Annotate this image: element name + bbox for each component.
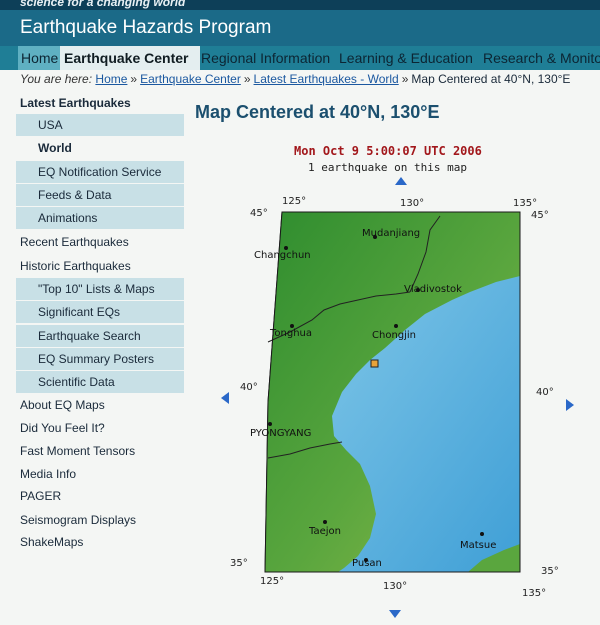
page-title: Map Centered at 40°N, 130°E [195,102,440,122]
usgs-tagline: science for a changing world [20,0,186,9]
city-dot-matsue [480,532,484,536]
city-label-matsue: Matsue [460,540,496,551]
main-content: Map Centered at 40°N, 130°E Mon Oct 9 5:… [184,92,600,625]
sidebar-item-scientific-data[interactable]: Scientific Data [16,371,184,393]
breadcrumb-latest-world-link[interactable]: Latest Earthquakes - World [254,72,399,86]
breadcrumb-separator: » [243,72,251,86]
city-label-vladivostok: Vladivostok [404,284,462,295]
sidebar-item-top10-lists[interactable]: "Top 10" Lists & Maps [16,278,184,300]
pan-south-arrow-icon[interactable] [389,610,401,618]
tick-lon-135-bottom: 135° [522,588,546,599]
tick-lat-40-right: 40° [536,387,554,398]
sidebar-item-feeds-data[interactable]: Feeds & Data [16,184,184,206]
sidebar-item-world[interactable]: World [16,137,184,159]
usgs-tagline-strip: science for a changing world [0,0,600,10]
main-nav: Home Earthquake Center Regional Informat… [0,46,600,70]
sidebar-item-recent-earthquakes[interactable]: Recent Earthquakes [0,231,180,253]
sidebar-item-fast-moment-tensors[interactable]: Fast Moment Tensors [0,440,180,462]
site-banner: Earthquake Hazards Program [0,10,600,46]
breadcrumb-separator: » [401,72,409,86]
nav-research-monitoring[interactable]: Research & Monitoring [483,46,600,70]
pan-north-arrow-icon[interactable] [395,177,407,185]
breadcrumb-home-link[interactable]: Home [95,72,127,86]
city-dot-taejon [323,520,327,524]
sidebar-nav: Latest Earthquakes USA World EQ Notifica… [0,92,184,625]
city-label-taejon: Taejon [308,526,341,537]
sidebar-item-animations[interactable]: Animations [16,207,184,229]
tick-lat-40-left: 40° [240,382,258,393]
sidebar-item-latest-earthquakes[interactable]: Latest Earthquakes [0,92,180,114]
sidebar-item-about-eq-maps[interactable]: About EQ Maps [0,394,180,416]
sidebar-item-pager[interactable]: PAGER [0,485,180,507]
sidebar-item-shakemaps[interactable]: ShakeMaps [0,531,180,553]
city-label-pyongyang: PYONGYANG [250,428,311,439]
breadcrumb-current: Map Centered at 40°N, 130°E [411,72,571,86]
nav-regional-information[interactable]: Regional Information [201,46,330,70]
breadcrumb-separator: » [130,72,138,86]
sidebar-item-earthquake-search[interactable]: Earthquake Search [16,325,184,347]
sidebar-item-significant-eqs[interactable]: Significant EQs [16,301,184,323]
tick-lat-45-left: 45° [250,208,268,219]
tick-lon-125-bottom: 125° [260,576,284,587]
tick-lon-125-top: 125° [282,196,306,207]
breadcrumb-earthquake-center-link[interactable]: Earthquake Center [140,72,241,86]
nav-earthquake-center[interactable]: Earthquake Center [60,46,200,70]
earthquake-marker[interactable] [370,359,379,368]
sidebar-item-seismogram-displays[interactable]: Seismogram Displays [0,509,180,531]
breadcrumb-prefix: You are here: [20,72,93,86]
sidebar-item-historic-earthquakes[interactable]: Historic Earthquakes [0,255,180,277]
tick-lon-135-top: 135° [513,198,537,209]
breadcrumb: You are here: Home» Earthquake Center» Lat… [20,72,600,90]
nav-learning-education[interactable]: Learning & Education [339,46,473,70]
site-title[interactable]: Earthquake Hazards Program [20,17,271,39]
earthquake-count: 1 earthquake on this map [308,161,467,174]
sidebar-item-eq-notification[interactable]: EQ Notification Service [16,161,184,183]
tick-lat-35-right: 35° [541,566,559,577]
tick-lat-45-right: 45° [531,210,549,221]
city-dot-pyongyang [268,422,272,426]
sidebar-item-eq-summary-posters[interactable]: EQ Summary Posters [16,348,184,370]
map-timestamp: Mon Oct 9 5:00:07 UTC 2006 [294,144,482,158]
city-label-mudanjiang: Mudanjiang [362,228,420,239]
nav-home[interactable]: Home [18,46,61,70]
sidebar-item-did-you-feel-it[interactable]: Did You Feel It? [0,417,180,439]
city-label-chongjin: Chongjin [372,330,416,341]
sidebar-item-media-info[interactable]: Media Info [0,463,180,485]
tick-lon-130-top: 130° [400,198,424,209]
pan-east-arrow-icon[interactable] [566,399,574,411]
sidebar-item-usa[interactable]: USA [16,114,184,136]
city-label-pusan: Pusan [352,558,382,569]
city-dot-chongjin [394,324,398,328]
tick-lat-35-left: 35° [230,558,248,569]
city-label-tonghua: Tonghua [269,328,312,339]
earthquake-map[interactable]: 125° 130° 135° 45° 45° 40° 40° 35° 35° 1… [220,192,566,604]
map-svg[interactable]: 125° 130° 135° 45° 45° 40° 40° 35° 35° 1… [220,192,566,604]
tick-lon-130-bottom: 130° [383,581,407,592]
city-label-changchun: Changchun [254,250,311,261]
